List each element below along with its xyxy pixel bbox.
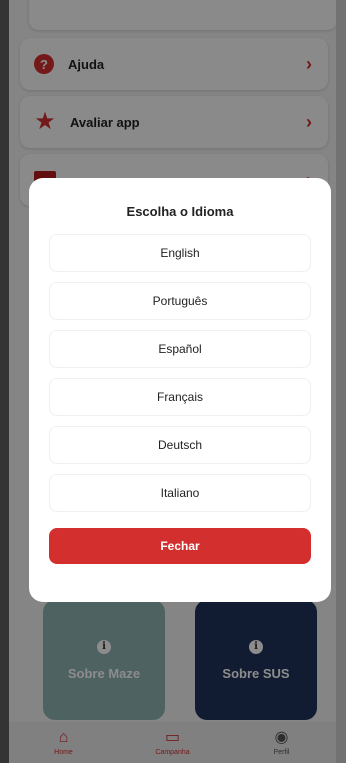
language-option-francais[interactable]: Français	[49, 378, 311, 416]
language-option-deutsch[interactable]: Deutsch	[49, 426, 311, 464]
language-list: English Português Español Français Deuts…	[49, 234, 311, 512]
language-option-english[interactable]: English	[49, 234, 311, 272]
dialog-title: Escolha o Idioma	[126, 204, 234, 219]
language-dialog: Escolha o Idioma English Português Españ…	[29, 178, 331, 602]
language-option-italiano[interactable]: Italiano	[49, 474, 311, 512]
language-option-portugues[interactable]: Português	[49, 282, 311, 320]
close-button[interactable]: Fechar	[49, 528, 311, 564]
language-option-espanol[interactable]: Español	[49, 330, 311, 368]
